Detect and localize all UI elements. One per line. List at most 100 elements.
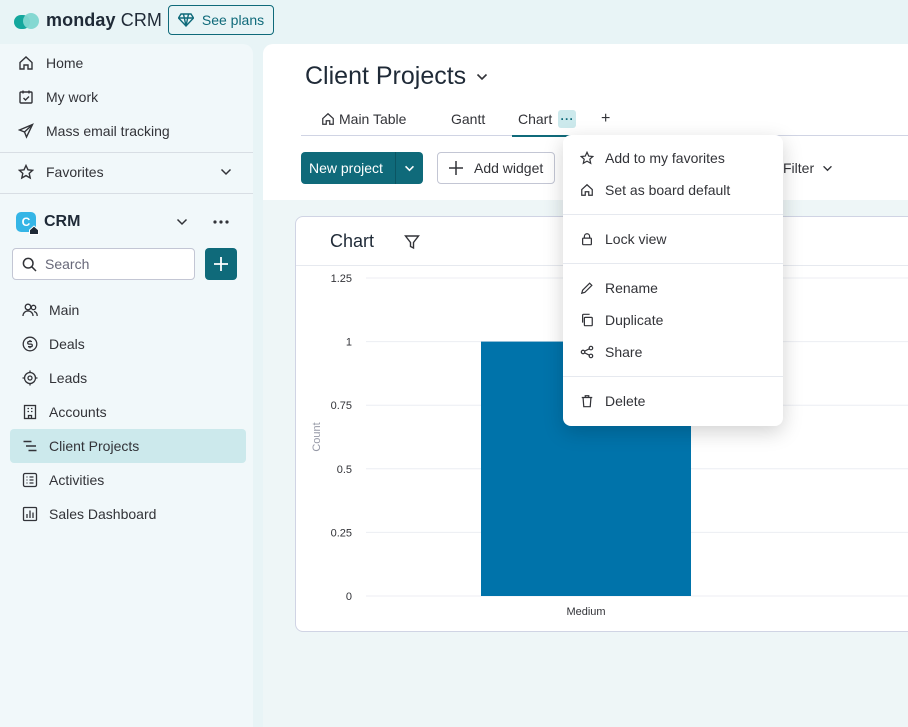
menu-item-label: Delete bbox=[605, 393, 646, 409]
duplicate-icon bbox=[579, 312, 595, 328]
search-icon bbox=[22, 257, 37, 272]
chevron-down-icon bbox=[823, 165, 833, 171]
workspace-badge: C bbox=[16, 212, 39, 235]
view-tabs: Main Table Gantt Chart ··· + bbox=[301, 102, 908, 137]
x-tick-label: Medium bbox=[566, 606, 605, 618]
menu-item-delete[interactable]: Delete bbox=[563, 385, 783, 417]
sidebar-item-label: Home bbox=[46, 55, 84, 71]
sidebar-item-favorites[interactable]: Favorites bbox=[10, 155, 246, 189]
home-icon bbox=[579, 182, 595, 198]
brand-name: monday bbox=[46, 10, 116, 30]
menu-item-share[interactable]: Share bbox=[563, 336, 783, 368]
sidebar-divider bbox=[0, 152, 253, 153]
star-icon bbox=[579, 150, 595, 166]
top-bar: monday CRM See plans bbox=[0, 0, 908, 42]
sidebar-item-label: Leads bbox=[49, 370, 88, 386]
see-plans-button[interactable]: See plans bbox=[168, 5, 274, 35]
menu-item-label: Share bbox=[605, 344, 643, 360]
new-project-button[interactable]: New project bbox=[301, 152, 423, 184]
list-icon bbox=[20, 470, 40, 490]
star-icon bbox=[16, 162, 36, 182]
more-options-icon[interactable]: ··· bbox=[558, 110, 577, 128]
sidebar-item-label: Client Projects bbox=[49, 438, 140, 454]
board-title[interactable]: Client Projects bbox=[305, 62, 488, 91]
y-axis-label: Count bbox=[311, 422, 323, 451]
people-icon bbox=[20, 300, 40, 320]
sidebar-item-home[interactable]: Home bbox=[10, 46, 246, 80]
sidebar-item-accounts[interactable]: Accounts bbox=[10, 395, 246, 429]
chart-title: Chart bbox=[330, 231, 375, 251]
menu-item-label: Add to my favorites bbox=[605, 150, 725, 166]
chevron-down-icon bbox=[405, 165, 414, 171]
building-icon bbox=[20, 402, 40, 422]
diamond-icon bbox=[177, 13, 194, 27]
home-icon bbox=[322, 112, 334, 125]
plus-icon bbox=[449, 161, 463, 175]
tab-main-table[interactable]: Main Table bbox=[321, 102, 406, 136]
pencil-icon bbox=[579, 280, 595, 296]
sidebar-item-label: Sales Dashboard bbox=[49, 506, 157, 522]
add-view-button[interactable]: + bbox=[601, 102, 610, 136]
sidebar-item-label: Main bbox=[49, 302, 80, 318]
menu-divider bbox=[563, 263, 783, 264]
monday-logo[interactable]: monday CRM bbox=[14, 10, 162, 31]
add-item-button[interactable] bbox=[205, 248, 237, 280]
more-options-icon[interactable] bbox=[213, 220, 229, 224]
home-icon bbox=[16, 53, 36, 73]
filter-icon[interactable] bbox=[404, 234, 420, 250]
monday-logo-icon bbox=[14, 11, 40, 31]
sidebar-divider bbox=[0, 193, 253, 194]
sidebar-item-leads[interactable]: Leads bbox=[10, 361, 246, 395]
chevron-down-icon[interactable] bbox=[220, 168, 232, 176]
menu-item-set-as-board-default[interactable]: Set as board default bbox=[563, 174, 783, 206]
menu-item-label: Set as board default bbox=[605, 182, 731, 198]
new-project-dropdown[interactable] bbox=[396, 165, 423, 172]
sidebar-item-label: Deals bbox=[49, 336, 85, 352]
y-tick-label: 0 bbox=[346, 591, 352, 603]
sidebar: Home My work Mass email tracking Favorit… bbox=[0, 44, 253, 727]
sidebar-item-my-work[interactable]: My work bbox=[10, 80, 246, 114]
sidebar-item-activities[interactable]: Activities bbox=[10, 463, 246, 497]
lock-icon bbox=[579, 231, 595, 247]
brand-product: CRM bbox=[120, 10, 163, 30]
chevron-down-icon[interactable] bbox=[476, 73, 488, 81]
menu-item-lock-view[interactable]: Lock view bbox=[563, 223, 783, 255]
workspace-name: CRM bbox=[44, 213, 81, 230]
sidebar-item-client-projects[interactable]: Client Projects bbox=[10, 429, 246, 463]
y-tick-label: 0.25 bbox=[331, 527, 352, 539]
menu-item-rename[interactable]: Rename bbox=[563, 272, 783, 304]
search-input[interactable] bbox=[45, 256, 185, 272]
sidebar-item-sales-dashboard[interactable]: Sales Dashboard bbox=[10, 497, 246, 531]
filter-button[interactable]: Filter bbox=[783, 152, 873, 184]
y-tick-label: 0.5 bbox=[337, 464, 352, 476]
sidebar-item-label: Favorites bbox=[46, 164, 104, 180]
menu-item-label: Lock view bbox=[605, 231, 667, 247]
chart-icon bbox=[20, 504, 40, 524]
view-options-menu: Add to my favorites Set as board default L… bbox=[563, 135, 783, 426]
share-icon bbox=[579, 344, 595, 360]
dollar-icon bbox=[20, 334, 40, 354]
menu-item-duplicate[interactable]: Duplicate bbox=[563, 304, 783, 336]
tab-gantt[interactable]: Gantt bbox=[451, 102, 485, 136]
target-icon bbox=[20, 368, 40, 388]
menu-item-add-to-my-favorites[interactable]: Add to my favorites bbox=[563, 142, 783, 174]
gantt-icon bbox=[20, 436, 40, 456]
send-icon bbox=[16, 121, 36, 141]
sidebar-item-label: Accounts bbox=[49, 404, 107, 420]
workspace-selector[interactable]: C CRM bbox=[10, 205, 246, 239]
y-tick-label: 1.25 bbox=[331, 273, 352, 285]
sidebar-item-label: My work bbox=[46, 89, 99, 105]
sidebar-item-label: Activities bbox=[49, 472, 105, 488]
tab-chart[interactable]: Chart ··· bbox=[512, 102, 591, 137]
sidebar-item-main[interactable]: Main bbox=[10, 293, 246, 327]
menu-divider bbox=[563, 376, 783, 377]
y-tick-label: 1 bbox=[346, 337, 352, 349]
sidebar-search[interactable] bbox=[12, 248, 195, 280]
calendar-check-icon bbox=[16, 87, 36, 107]
menu-divider bbox=[563, 214, 783, 215]
chevron-down-icon[interactable] bbox=[176, 218, 188, 226]
sidebar-item-mass-email-tracking[interactable]: Mass email tracking bbox=[10, 114, 246, 148]
workspace-home-icon bbox=[29, 225, 39, 235]
sidebar-item-deals[interactable]: Deals bbox=[10, 327, 246, 361]
add-widget-button[interactable]: Add widget bbox=[437, 152, 555, 184]
